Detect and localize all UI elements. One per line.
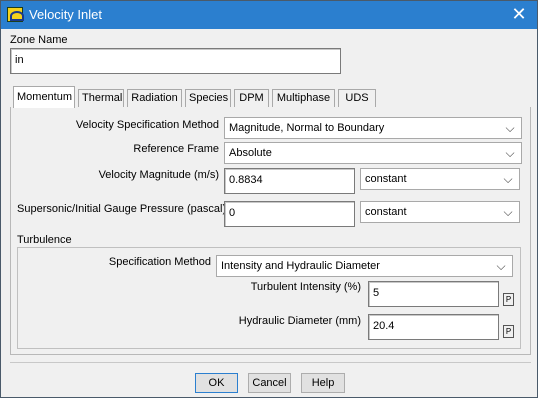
close-icon[interactable]: ✕	[509, 4, 529, 24]
velocity-magnitude-label: Velocity Magnitude (m/s)	[98, 169, 219, 181]
gauge-pressure-profile-value: constant	[365, 206, 407, 218]
chevron-down-icon: ⌵	[505, 146, 515, 160]
hydraulic-diameter-parameter-button[interactable]: P	[503, 325, 514, 338]
turbulence-spec-method-label: Specification Method	[108, 256, 211, 268]
velocity-magnitude-profile-value: constant	[365, 173, 407, 185]
tab-dpm[interactable]: DPM	[234, 89, 269, 107]
tab-momentum[interactable]: Momentum	[13, 86, 75, 108]
reference-frame-label: Reference Frame	[133, 143, 219, 155]
tab-radiation[interactable]: Radiation	[127, 89, 182, 107]
help-button[interactable]: Help	[301, 373, 345, 393]
hydraulic-diameter-input[interactable]: 20.4	[368, 314, 499, 340]
chevron-down-icon: ⌵	[505, 121, 515, 135]
button-separator	[10, 362, 531, 363]
velocity-magnitude-input[interactable]: 0.8834	[224, 168, 355, 194]
velocity-inlet-dialog: Velocity Inlet ✕ Zone Name in Momentum T…	[0, 0, 538, 398]
velocity-magnitude-profile-select[interactable]: constant ⌵	[360, 168, 520, 190]
reference-frame-value: Absolute	[229, 147, 272, 159]
velocity-spec-method-select[interactable]: Magnitude, Normal to Boundary ⌵	[224, 117, 522, 139]
app-icon	[7, 7, 24, 22]
velocity-spec-method-value: Magnitude, Normal to Boundary	[229, 122, 385, 134]
hydraulic-diameter-label: Hydraulic Diameter (mm)	[238, 315, 361, 327]
turbulent-intensity-input[interactable]: 5	[368, 281, 499, 307]
turbulent-intensity-parameter-button[interactable]: P	[503, 293, 514, 306]
turbulent-intensity-label: Turbulent Intensity (%)	[250, 281, 361, 293]
turbulence-spec-method-select[interactable]: Intensity and Hydraulic Diameter ⌵	[216, 255, 513, 277]
ok-button[interactable]: OK	[195, 373, 238, 393]
chevron-down-icon: ⌵	[496, 259, 506, 273]
gauge-pressure-input[interactable]: 0	[224, 201, 355, 227]
gauge-pressure-label: Supersonic/Initial Gauge Pressure (pasca…	[17, 203, 227, 215]
zone-name-label: Zone Name	[10, 34, 68, 46]
reference-frame-select[interactable]: Absolute ⌵	[224, 142, 522, 164]
tab-multiphase[interactable]: Multiphase	[272, 89, 335, 107]
tab-species[interactable]: Species	[185, 89, 231, 107]
gauge-pressure-profile-select[interactable]: constant ⌵	[360, 201, 520, 223]
turbulence-spec-method-value: Intensity and Hydraulic Diameter	[221, 260, 380, 272]
tab-thermal[interactable]: Thermal	[78, 89, 124, 107]
window-title: Velocity Inlet	[29, 7, 102, 22]
zone-name-input[interactable]: in	[10, 48, 341, 74]
cancel-button[interactable]: Cancel	[248, 373, 291, 393]
title-bar[interactable]: Velocity Inlet ✕	[1, 1, 537, 29]
turbulence-group-label: Turbulence	[17, 234, 72, 246]
velocity-spec-method-label: Velocity Specification Method	[75, 119, 219, 131]
tab-uds[interactable]: UDS	[338, 89, 376, 107]
chevron-down-icon: ⌵	[503, 205, 513, 219]
chevron-down-icon: ⌵	[503, 172, 513, 186]
